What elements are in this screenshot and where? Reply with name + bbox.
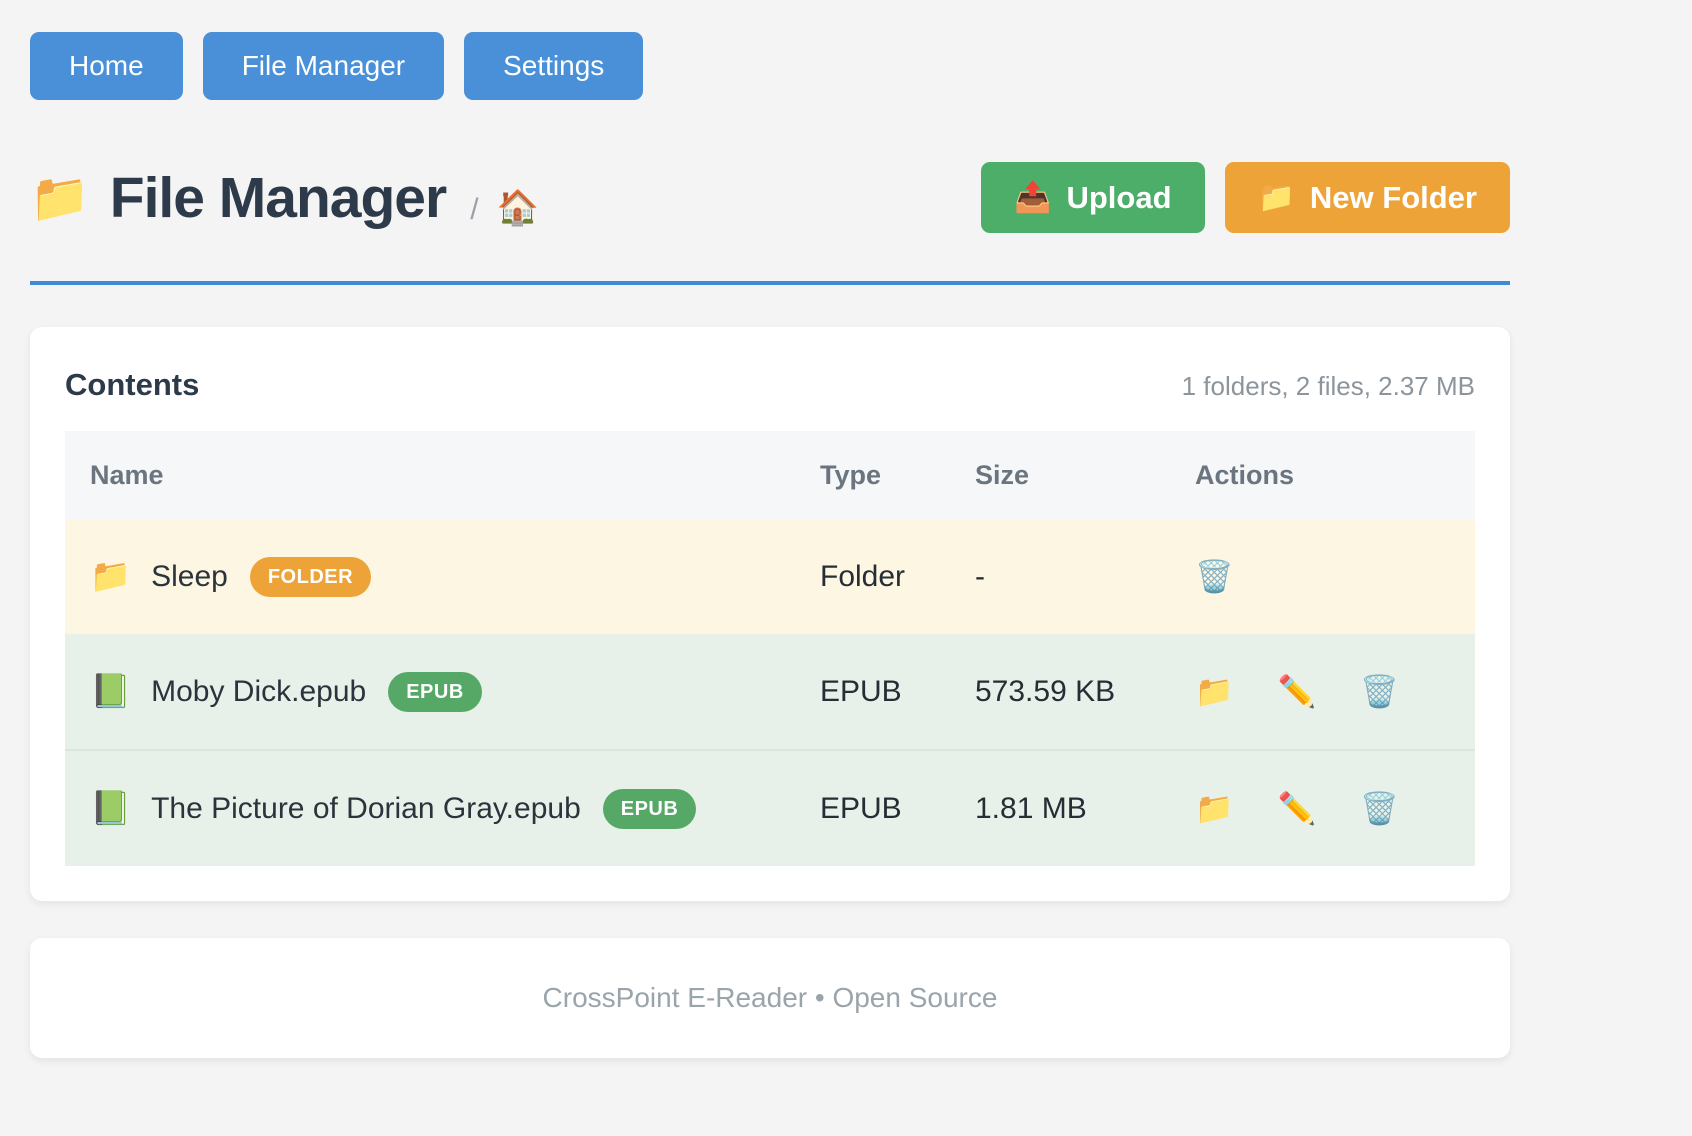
home-icon[interactable]: 🏠 [497, 189, 539, 227]
contents-header: Contents 1 folders, 2 files, 2.37 MB [65, 367, 1475, 403]
book-icon: 📗 [90, 672, 131, 711]
upload-tray-icon: 📤 [1014, 180, 1051, 215]
nav-home-button[interactable]: Home [30, 32, 183, 100]
folder-icon: 📁 [30, 169, 90, 226]
item-size: 573.59 KB [950, 634, 1170, 750]
page-header: 📁 File Manager / 🏠 📤 Upload 📁 New Folder [30, 162, 1510, 233]
column-header-size: Size [950, 431, 1170, 519]
table-row: 📗 Moby Dick.epub EPUB EPUB 573.59 KB 📁 ✏… [65, 634, 1475, 750]
new-folder-button[interactable]: 📁 New Folder [1225, 162, 1510, 233]
new-folder-button-label: New Folder [1310, 180, 1477, 216]
delete-icon[interactable]: 🗑️ [1360, 673, 1399, 710]
contents-title: Contents [65, 367, 199, 403]
table-row: 📁 Sleep FOLDER Folder - 🗑️ [65, 519, 1475, 634]
item-name-link[interactable]: Moby Dick.epub [151, 675, 366, 709]
footer-text: CrossPoint E-Reader • Open Source [543, 982, 998, 1014]
item-name-link[interactable]: Sleep [151, 560, 228, 594]
page-container: Home File Manager Settings 📁 File Manage… [30, 0, 1510, 1058]
item-size: - [950, 519, 1170, 634]
epub-badge: EPUB [603, 789, 697, 829]
footer-card: CrossPoint E-Reader • Open Source [30, 938, 1510, 1058]
file-table: Name Type Size Actions 📁 Sleep FOLDER [65, 431, 1475, 866]
upload-button-label: Upload [1066, 180, 1171, 216]
delete-icon[interactable]: 🗑️ [1360, 790, 1399, 827]
item-type: EPUB [795, 634, 950, 750]
contents-card: Contents 1 folders, 2 files, 2.37 MB Nam… [30, 327, 1510, 901]
column-header-type: Type [795, 431, 950, 519]
item-type: EPUB [795, 750, 950, 866]
folder-badge: FOLDER [250, 557, 371, 597]
column-header-actions: Actions [1170, 431, 1475, 519]
delete-icon[interactable]: 🗑️ [1195, 558, 1234, 595]
breadcrumb-separator: / [470, 193, 478, 226]
book-icon: 📗 [90, 789, 131, 828]
upload-button[interactable]: 📤 Upload [981, 162, 1204, 233]
table-header-row: Name Type Size Actions [65, 431, 1475, 519]
top-nav: Home File Manager Settings [30, 0, 1510, 100]
new-folder-icon: 📁 [1258, 180, 1295, 215]
rename-pencil-icon[interactable]: ✏️ [1278, 790, 1317, 827]
move-to-folder-icon[interactable]: 📁 [1195, 790, 1234, 827]
item-type: Folder [795, 519, 950, 634]
nav-settings-button[interactable]: Settings [464, 32, 643, 100]
folder-icon: 📁 [90, 557, 131, 596]
rename-pencil-icon[interactable]: ✏️ [1278, 673, 1317, 710]
breadcrumb: / 🏠 [470, 188, 539, 228]
contents-summary: 1 folders, 2 files, 2.37 MB [1182, 371, 1475, 402]
epub-badge: EPUB [388, 672, 482, 712]
header-actions: 📤 Upload 📁 New Folder [981, 162, 1510, 233]
item-size: 1.81 MB [950, 750, 1170, 866]
page-title-text: File Manager [110, 165, 446, 231]
header-divider [30, 281, 1510, 285]
table-row: 📗 The Picture of Dorian Gray.epub EPUB E… [65, 750, 1475, 866]
column-header-name: Name [65, 431, 795, 519]
move-to-folder-icon[interactable]: 📁 [1195, 673, 1234, 710]
page-title: 📁 File Manager / 🏠 [30, 165, 539, 231]
item-name-link[interactable]: The Picture of Dorian Gray.epub [151, 792, 581, 826]
nav-file-manager-button[interactable]: File Manager [203, 32, 444, 100]
